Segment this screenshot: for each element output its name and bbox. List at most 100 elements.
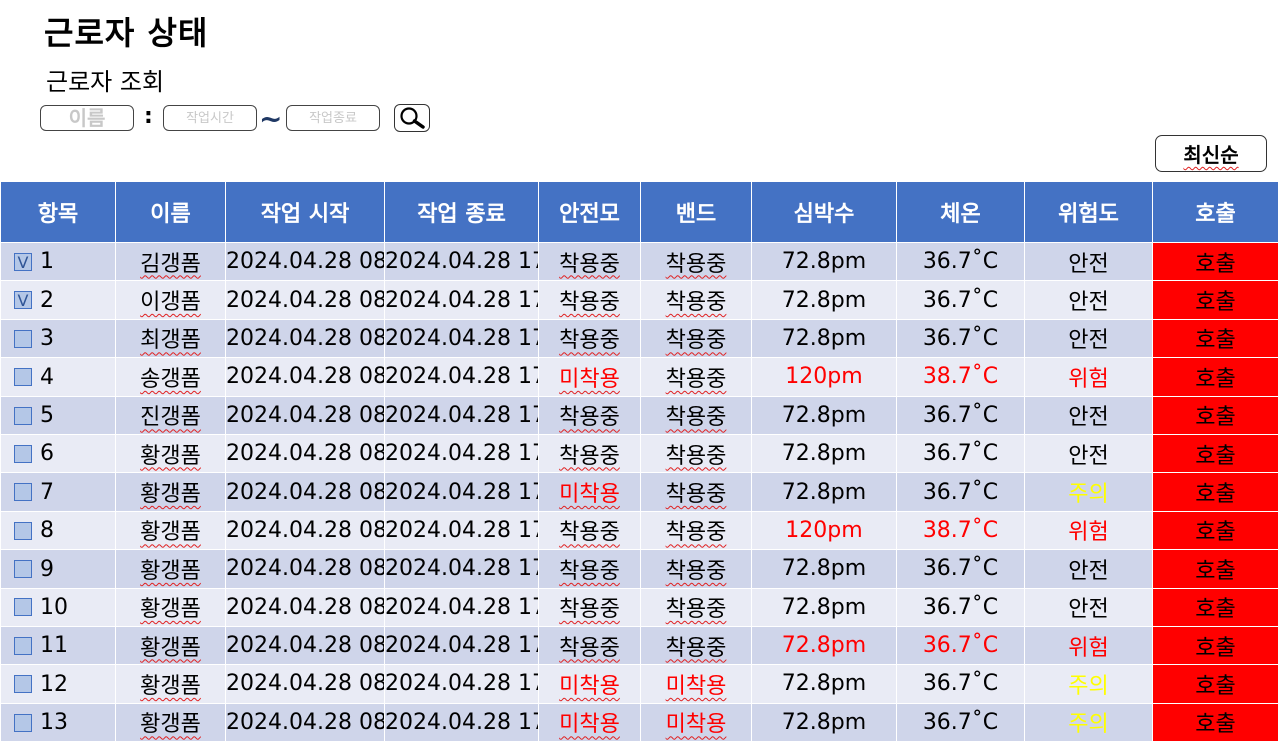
index-cell: 10 — [1, 588, 116, 626]
row-index: 3 — [40, 326, 54, 351]
row-checkbox[interactable] — [14, 368, 32, 386]
helmet-cell: 착용중 — [539, 243, 641, 281]
row-checkbox[interactable] — [14, 714, 32, 732]
band-status: 착용중 — [666, 405, 727, 430]
call-button[interactable]: 호출 — [1153, 396, 1278, 434]
call-button[interactable]: 호출 — [1153, 358, 1278, 396]
column-header[interactable]: 위험도 — [1025, 182, 1153, 243]
work-start-cell: 2024.04.28 08:38 — [226, 511, 385, 549]
row-checkbox[interactable] — [14, 598, 32, 616]
work-end-cell: 2024.04.28 17:50 — [385, 588, 539, 626]
work-end-cell: 2024.04.28 17:50 — [385, 396, 539, 434]
call-button[interactable]: 호출 — [1153, 550, 1278, 588]
call-button[interactable]: 호출 — [1153, 473, 1278, 511]
column-header[interactable]: 밴드 — [641, 182, 752, 243]
column-header[interactable]: 호출 — [1153, 182, 1278, 243]
helmet-status: 착용중 — [559, 290, 620, 315]
helmet-status: 미착용 — [559, 367, 620, 392]
column-header[interactable]: 작업 시작 — [226, 182, 385, 243]
column-header[interactable]: 항목 — [1, 182, 116, 243]
index-cell: 6 — [1, 434, 116, 472]
band-cell: 미착용 — [641, 665, 752, 703]
call-button[interactable]: 호출 — [1153, 243, 1278, 281]
band-cell: 착용중 — [641, 511, 752, 549]
row-checkbox[interactable] — [14, 637, 32, 655]
risk-level-cell: 위험 — [1025, 358, 1153, 396]
index-cell: 4 — [1, 358, 116, 396]
band-cell: 착용중 — [641, 358, 752, 396]
call-button[interactable]: 호출 — [1153, 665, 1278, 703]
risk-level-cell: 안전 — [1025, 588, 1153, 626]
call-button[interactable]: 호출 — [1153, 434, 1278, 472]
index-cell: 13 — [1, 703, 116, 741]
row-checkbox[interactable] — [14, 407, 32, 425]
body-temp-cell: 36.7˚C — [897, 665, 1025, 703]
risk-level-cell: 안전 — [1025, 550, 1153, 588]
helmet-cell: 착용중 — [539, 588, 641, 626]
heart-rate-cell: 72.8pm — [752, 434, 897, 472]
name-cell: 황갱폼 — [116, 665, 226, 703]
table-header-row: 항목 이름 작업 시작 작업 종료 안전모 밴드 심박수 체온 위험도 호출 — [1, 182, 1278, 243]
work-end-cell: 2024.04.28 17:50 — [385, 665, 539, 703]
call-button[interactable]: 호출 — [1153, 703, 1278, 741]
row-checkbox[interactable]: V — [14, 291, 32, 309]
work-end-input[interactable] — [286, 105, 380, 131]
row-checkbox[interactable] — [14, 483, 32, 501]
column-header[interactable]: 안전모 — [539, 182, 641, 243]
magnifier-icon — [397, 106, 427, 130]
band-cell: 착용중 — [641, 396, 752, 434]
table-row: 10 황갱폼 2024.04.28 08:382024.04.28 17:50착용중… — [1, 588, 1278, 626]
work-start-cell: 2024.04.28 08:38 — [226, 588, 385, 626]
body-temp-cell: 36.7˚C — [897, 473, 1025, 511]
index-cell: 7 — [1, 473, 116, 511]
work-start-cell: 2024.04.28 08:38 — [226, 550, 385, 588]
worker-name: 진갱폼 — [140, 405, 201, 430]
worker-name: 황갱폼 — [140, 597, 201, 622]
work-start-cell: 2024.04.28 08:38 — [226, 319, 385, 357]
work-end-cell: 2024.04.28 17:50 — [385, 473, 539, 511]
row-checkbox[interactable]: V — [14, 253, 32, 271]
body-temp-cell: 36.7˚C — [897, 243, 1025, 281]
call-button[interactable]: 호출 — [1153, 588, 1278, 626]
worker-name: 황갱폼 — [140, 674, 201, 699]
row-index: 11 — [40, 633, 68, 658]
work-start-input[interactable] — [163, 105, 257, 131]
row-index: 1 — [40, 249, 54, 274]
table-row: 13황갱폼2024.04.28 08:382024.04.28 17:50미착용… — [1, 703, 1278, 741]
call-button[interactable]: 호출 — [1153, 511, 1278, 549]
sort-latest-label: 최신순 — [1183, 143, 1238, 167]
sort-latest-button[interactable]: 최신순 — [1155, 135, 1267, 172]
band-status: 착용중 — [666, 444, 727, 469]
column-header[interactable]: 작업 종료 — [385, 182, 539, 243]
call-button[interactable]: 호출 — [1153, 626, 1278, 664]
work-end-cell: 2024.04.28 17:50 — [385, 550, 539, 588]
search-button[interactable] — [394, 104, 430, 132]
row-checkbox[interactable] — [14, 522, 32, 540]
helmet-cell: 착용중 — [539, 434, 641, 472]
column-header[interactable]: 이름 — [116, 182, 226, 243]
heart-rate-cell: 72.8pm — [752, 473, 897, 511]
helmet-cell: 미착용 — [539, 358, 641, 396]
body-temp-cell: 36.7˚C — [897, 281, 1025, 319]
band-cell: 착용중 — [641, 550, 752, 588]
row-checkbox[interactable] — [14, 560, 32, 578]
work-start-cell: 2024.04.28 08:38 — [226, 626, 385, 664]
row-checkbox[interactable] — [14, 675, 32, 693]
table-row: 7황갱폼2024.04.28 08:382024.04.28 17:50미착용착… — [1, 473, 1278, 511]
row-checkbox[interactable] — [14, 330, 32, 348]
work-start-cell: 2024.04.28 08:38 — [226, 473, 385, 511]
row-index: 12 — [40, 672, 68, 697]
call-button[interactable]: 호출 — [1153, 319, 1278, 357]
column-header[interactable]: 심박수 — [752, 182, 897, 243]
band-status: 착용중 — [666, 290, 727, 315]
work-end-cell: 2024.04.28 17:50 — [385, 281, 539, 319]
row-checkbox[interactable] — [14, 445, 32, 463]
name-search-input[interactable] — [40, 105, 134, 131]
name-cell: 황갱폼 — [116, 703, 226, 741]
table-row: 11황갱폼2024.04.28 08:382024.04.28 17:50착용중… — [1, 626, 1278, 664]
work-start-cell: 2024.04.28 08:38 — [226, 665, 385, 703]
helmet-cell: 미착용 — [539, 473, 641, 511]
column-header[interactable]: 체온 — [897, 182, 1025, 243]
heart-rate-cell: 72.8pm — [752, 243, 897, 281]
call-button[interactable]: 호출 — [1153, 281, 1278, 319]
